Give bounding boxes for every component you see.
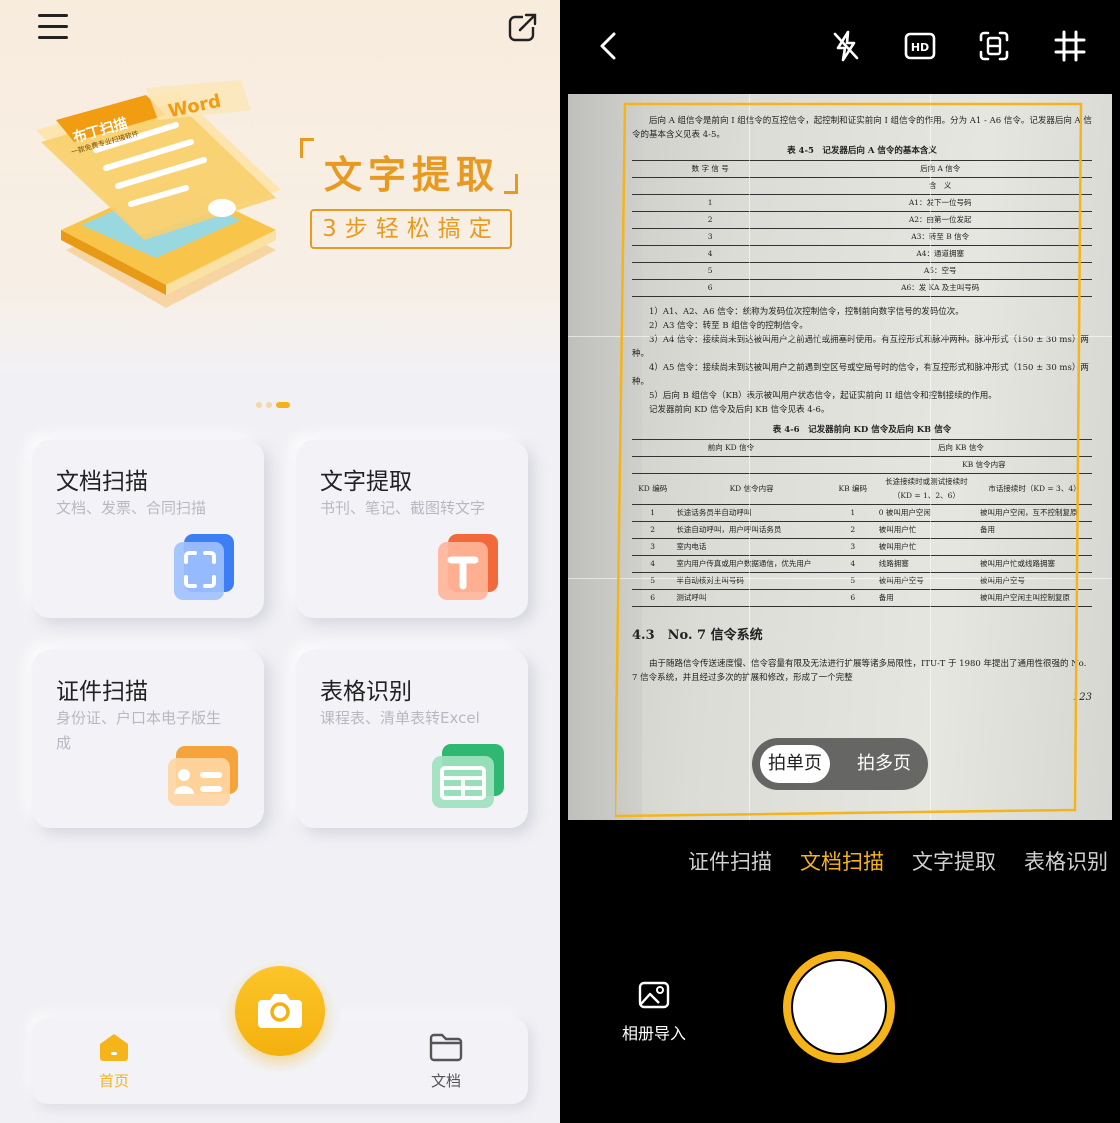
card-title: 文字提取 xyxy=(320,469,412,495)
banner-title-text: 文字提取 xyxy=(324,152,501,197)
card-title: 证件扫描 xyxy=(56,679,148,705)
grid-icon[interactable] xyxy=(1052,28,1088,64)
card-subtitle: 书刊、笔记、截图转文字 xyxy=(320,499,486,517)
home-icon xyxy=(100,1034,128,1061)
camera-icon xyxy=(258,994,302,1028)
card-table-ocr[interactable]: 表格识别 课程表、清单表转Excel xyxy=(296,650,528,828)
album-import-button[interactable]: 相册导入 xyxy=(616,980,692,1044)
banner-title: 文字提取 xyxy=(300,138,520,198)
folder-icon xyxy=(429,1033,463,1062)
carousel-indicator xyxy=(256,394,294,408)
back-icon[interactable] xyxy=(590,28,626,64)
table-icon xyxy=(432,744,504,808)
scan-mode-icon[interactable] xyxy=(976,28,1012,64)
tab-home-label: 首页 xyxy=(98,1072,129,1090)
menu-icon[interactable] xyxy=(38,14,68,40)
share-icon[interactable] xyxy=(506,10,540,44)
flash-off-icon[interactable] xyxy=(828,28,864,64)
card-title: 表格识别 xyxy=(320,679,412,705)
camera-screen: HD 后向 A 组信令是前向 I 组信令的互控信令，起控制和证实前向 I 组信令… xyxy=(560,0,1120,1123)
carousel-dot xyxy=(266,401,272,408)
camera-viewfinder[interactable]: 后向 A 组信令是前向 I 组信令的互控信令，起控制和证实前向 I 组信令的作用… xyxy=(568,94,1112,820)
tab-home[interactable]: 首页 xyxy=(84,1032,144,1091)
multi-page-button[interactable]: 拍多页 xyxy=(848,745,920,783)
mode-tab-table-ocr[interactable]: 表格识别 xyxy=(1024,846,1108,876)
svg-text:HD: HD xyxy=(911,41,929,54)
document-crop-outline[interactable] xyxy=(615,102,1083,818)
scan-mode-tabs: 证件扫描 文档扫描 文字提取 表格识别 xyxy=(560,846,1120,880)
card-title: 文档扫描 xyxy=(56,469,148,495)
tab-docs[interactable]: 文档 xyxy=(416,1032,476,1091)
carousel-dot xyxy=(256,401,262,408)
hd-icon[interactable]: HD xyxy=(902,28,938,64)
carousel-dot-active xyxy=(276,401,290,408)
mode-tab-text-extract[interactable]: 文字提取 xyxy=(912,846,996,876)
gallery-icon xyxy=(638,981,670,1009)
mode-tab-id-scan[interactable]: 证件扫描 xyxy=(688,846,772,876)
shutter-button[interactable] xyxy=(793,961,885,1053)
camera-button[interactable] xyxy=(235,966,325,1056)
tab-docs-label: 文档 xyxy=(430,1072,461,1090)
home-screen: 布丁扫描 一款免费专业扫描软件 Word 文字提取 3步轻松搞定 文档扫描 文档… xyxy=(0,0,560,1123)
promo-banner[interactable]: 布丁扫描 一款免费专业扫描软件 Word 文字提取 3步轻松搞定 xyxy=(0,0,560,380)
book-illustration xyxy=(36,80,281,308)
card-text-extract[interactable]: 文字提取 书刊、笔记、截图转文字 xyxy=(296,440,528,618)
page-mode-toggle: 拍单页 拍多页 xyxy=(752,738,928,790)
card-doc-scan[interactable]: 文档扫描 文档、发票、合同扫描 xyxy=(32,440,264,618)
card-subtitle: 课程表、清单表转Excel xyxy=(320,709,480,727)
card-id-scan[interactable]: 证件扫描 身份证、户口本电子版生成 xyxy=(32,650,264,828)
id-card-icon xyxy=(168,746,238,806)
text-extract-icon xyxy=(438,534,498,600)
doc-scan-icon xyxy=(174,534,234,600)
album-import-label: 相册导入 xyxy=(621,1024,686,1043)
single-page-button[interactable]: 拍单页 xyxy=(760,745,830,783)
banner-subtitle: 3步轻松搞定 xyxy=(310,209,512,249)
mode-tab-doc-scan[interactable]: 文档扫描 xyxy=(800,846,884,876)
card-subtitle: 文档、发票、合同扫描 xyxy=(56,499,207,517)
